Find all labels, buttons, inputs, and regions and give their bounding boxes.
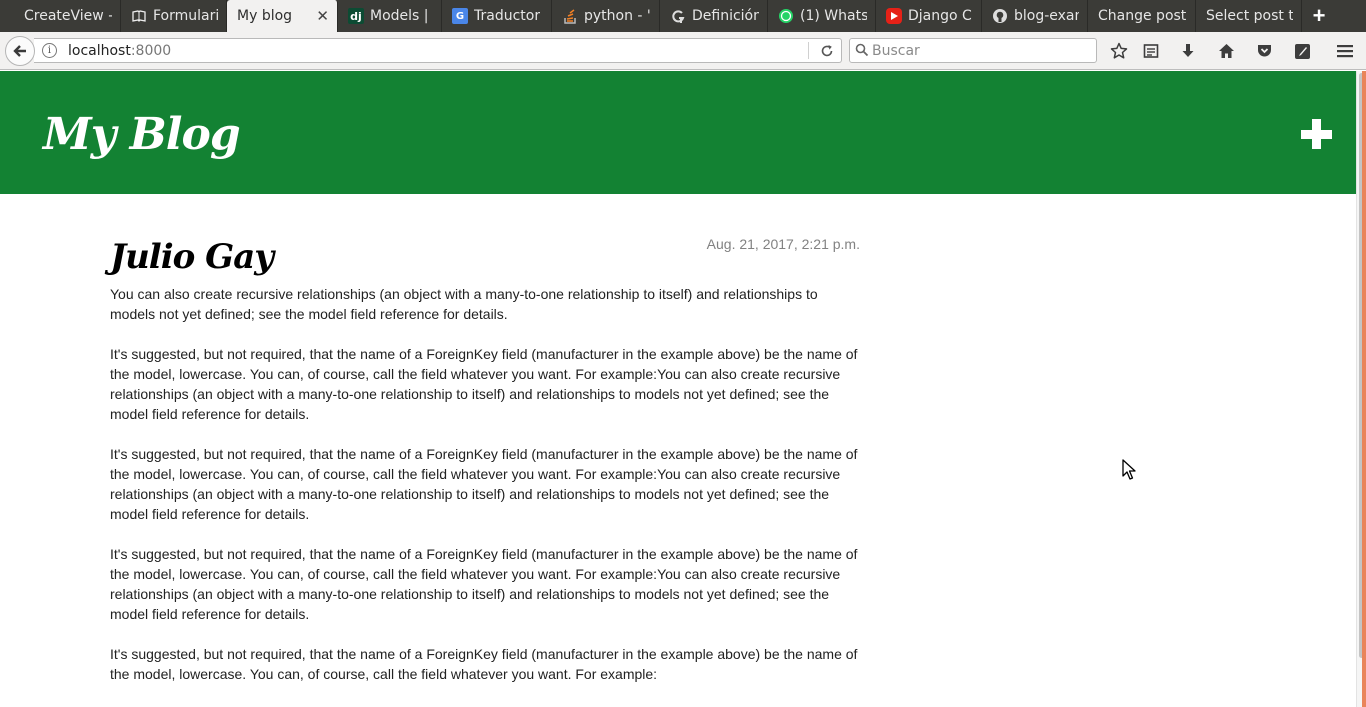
- post: Aug. 21, 2017, 2:21 p.m. Julio Gay You c…: [110, 236, 860, 684]
- extension-icon[interactable]: [1291, 40, 1313, 62]
- url-bar[interactable]: i localhost:8000: [34, 38, 842, 63]
- tab-django-youtube[interactable]: Django Cl: [876, 0, 982, 32]
- url-text[interactable]: localhost:8000: [68, 43, 171, 59]
- tab-models-django[interactable]: dj Models | D: [338, 0, 442, 32]
- url-host: localhost: [68, 43, 131, 59]
- django-icon: dj: [348, 8, 364, 24]
- tab-label: Django Cl: [908, 8, 973, 24]
- back-arrow-icon: [13, 45, 26, 57]
- new-tab-button[interactable]: +: [1302, 0, 1336, 32]
- pocket-icon[interactable]: [1253, 40, 1275, 62]
- add-post-icon[interactable]: [1297, 115, 1337, 155]
- tab-label: Traductor: [474, 8, 541, 24]
- tab-change-post[interactable]: Change post: [1088, 0, 1196, 32]
- reading-list-icon[interactable]: [1140, 40, 1162, 62]
- blog-header: My Blog: [0, 71, 1356, 194]
- search-input[interactable]: [872, 42, 1092, 60]
- tab-label: Definición: [692, 8, 759, 24]
- navigation-toolbar: i localhost:8000: [0, 32, 1366, 70]
- tab-label: Formulari: [153, 8, 218, 24]
- tab-label: Change post: [1098, 8, 1187, 24]
- tab-label: python - ': [584, 8, 651, 24]
- home-icon[interactable]: [1215, 40, 1237, 62]
- search-bar[interactable]: [849, 38, 1097, 63]
- tab-select-post[interactable]: Select post to: [1196, 0, 1302, 32]
- back-button[interactable]: [5, 36, 35, 66]
- bookmark-star-icon[interactable]: [1108, 40, 1130, 62]
- url-divider: [808, 42, 809, 59]
- search-icon: [855, 43, 869, 60]
- tab-definicion[interactable]: Definición: [660, 0, 768, 32]
- menu-hamburger-icon[interactable]: [1334, 40, 1356, 62]
- reload-icon[interactable]: [817, 41, 837, 61]
- close-tab-icon[interactable]: ✕: [308, 7, 329, 25]
- page-viewport: My Blog Aug. 21, 2017, 2:21 p.m. Julio G…: [0, 71, 1356, 707]
- tab-label: Models | D: [370, 8, 433, 24]
- tab-python-stackoverflow[interactable]: python - ': [552, 0, 660, 32]
- tab-label: CreateView -: [24, 8, 112, 24]
- post-body: You can also create recursive relationsh…: [110, 286, 858, 682]
- tab-blog-example[interactable]: blog-exam: [982, 0, 1088, 32]
- tab-whatsapp[interactable]: (1) Whats: [768, 0, 876, 32]
- mouse-cursor-icon: [1122, 459, 1136, 480]
- post-date: Aug. 21, 2017, 2:21 p.m.: [706, 236, 860, 252]
- download-icon[interactable]: [1177, 40, 1199, 62]
- stackoverflow-icon: [562, 8, 578, 24]
- url-port: :8000: [130, 43, 172, 59]
- tab-label: (1) Whats: [800, 8, 867, 24]
- blog-title-link[interactable]: My Blog: [43, 109, 241, 160]
- tab-label: Select post to: [1206, 8, 1293, 24]
- tab-strip: CreateView - Formulari My blog ✕ dj Mode…: [0, 0, 1366, 32]
- youtube-icon: [886, 8, 902, 24]
- whatsapp-icon: [778, 8, 794, 24]
- tab-traductor[interactable]: G Traductor: [442, 0, 552, 32]
- tab-createview[interactable]: CreateView -: [0, 0, 121, 32]
- tab-formulario[interactable]: Formulari: [121, 0, 227, 32]
- tab-label: My blog: [237, 8, 293, 24]
- window-edge-accent: [1362, 71, 1366, 707]
- book-icon: [131, 8, 147, 24]
- site-info-icon[interactable]: i: [42, 43, 57, 58]
- github-gist-icon: [670, 8, 686, 24]
- github-icon: [992, 8, 1008, 24]
- post-title-link[interactable]: Julio Gay: [110, 236, 274, 278]
- tab-my-blog[interactable]: My blog ✕: [227, 0, 338, 32]
- google-translate-icon: G: [452, 8, 468, 24]
- tab-label: blog-exam: [1014, 8, 1079, 24]
